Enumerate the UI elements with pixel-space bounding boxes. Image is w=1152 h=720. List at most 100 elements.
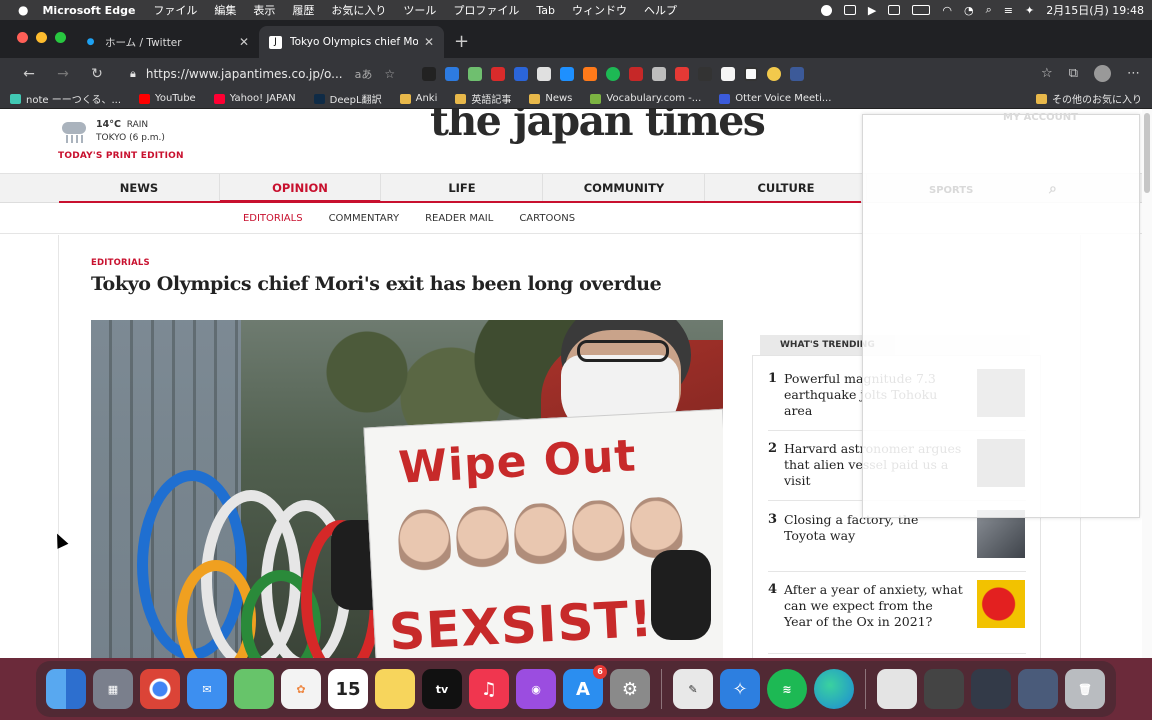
spotlight-icon[interactable]: ⌕	[986, 3, 992, 17]
input-source-icon[interactable]	[888, 5, 901, 15]
podcasts-icon[interactable]: ◉	[516, 669, 556, 709]
trending-thumbnail[interactable]	[977, 580, 1025, 628]
subnav-commentary[interactable]: COMMENTARY	[329, 213, 400, 224]
subnav-editorials[interactable]: EDITORIALS	[243, 213, 303, 224]
textedit-icon[interactable]: ✎	[673, 669, 713, 709]
trash-icon[interactable]: 🗑︎	[1065, 669, 1105, 709]
more-menu-icon[interactable]: ⋯	[1127, 66, 1140, 81]
collections-icon[interactable]: ⧉	[1069, 66, 1078, 81]
page-scrollbar[interactable]	[1142, 109, 1152, 658]
app-store-icon[interactable]: A6	[563, 665, 607, 709]
bookmark-item[interactable]: Otter Voice Meeti...	[719, 93, 831, 104]
menu-file[interactable]: ファイル	[153, 2, 197, 18]
trending-title[interactable]: After a year of anxiety, what can we exp…	[784, 582, 964, 630]
menu-tools[interactable]: ツール	[403, 2, 436, 18]
extension-icon[interactable]	[721, 66, 735, 81]
extension-icon[interactable]	[606, 66, 620, 81]
calendar-icon[interactable]: 15	[328, 669, 368, 709]
extension-icon[interactable]	[790, 66, 804, 81]
extension-icon[interactable]	[767, 66, 781, 81]
refresh-icon[interactable]: ↻	[80, 66, 114, 82]
extension-icon[interactable]	[514, 66, 528, 81]
mail-icon[interactable]: ✉	[187, 669, 227, 709]
menu-window[interactable]: ウィンドウ	[572, 2, 627, 18]
close-window-button[interactable]	[17, 32, 28, 43]
close-tab-icon[interactable]: ✕	[239, 35, 249, 49]
chrome-icon[interactable]	[140, 669, 180, 709]
extension-icon[interactable]	[652, 66, 666, 81]
menu-favorites[interactable]: お気に入り	[331, 2, 386, 18]
notes-icon[interactable]	[375, 669, 415, 709]
url-text[interactable]: https://www.japantimes.co.jp/o...	[146, 67, 343, 81]
zoom-window-button[interactable]	[55, 32, 66, 43]
bookmark-item[interactable]: Anki	[399, 93, 437, 104]
article-photo[interactable]: Wipe Out SEXSIST!	[91, 320, 723, 658]
music-icon[interactable]: ♫	[469, 669, 509, 709]
subnav-reader-mail[interactable]: READER MAIL	[425, 213, 493, 224]
extension-icon[interactable]	[675, 66, 689, 81]
menu-history[interactable]: 履歴	[292, 2, 314, 18]
preview-icon[interactable]	[877, 669, 917, 709]
wifi-icon[interactable]: ◠	[942, 4, 952, 17]
control-center-icon[interactable]: ≡	[1004, 4, 1013, 17]
site-logo[interactable]: the japan times	[430, 109, 766, 145]
photos-icon[interactable]: ✿	[281, 669, 321, 709]
nav-community[interactable]: COMMUNITY	[544, 174, 705, 203]
downloads-icon[interactable]	[924, 669, 964, 709]
other-bookmarks[interactable]: その他のお気に入り	[1036, 91, 1142, 106]
edge-icon[interactable]	[814, 669, 854, 709]
extension-icon[interactable]	[422, 66, 436, 81]
subnav-cartoons[interactable]: CARTOONS	[519, 213, 575, 224]
extension-icon[interactable]	[491, 66, 505, 81]
bookmark-item[interactable]: note ーーつくる、...	[10, 91, 121, 106]
bookmark-item[interactable]: 英語記事	[455, 91, 511, 106]
extension-icon[interactable]	[468, 66, 482, 81]
apple-tv-icon[interactable]: tv	[422, 669, 462, 709]
extension-icon[interactable]	[537, 66, 551, 81]
extension-icon[interactable]	[560, 66, 574, 81]
nav-life[interactable]: LIFE	[382, 174, 543, 203]
bookmark-item[interactable]: Vocabulary.com -...	[590, 93, 701, 104]
record-icon[interactable]	[820, 4, 832, 16]
extension-icon[interactable]	[629, 66, 643, 81]
bookmark-item[interactable]: DeepL翻訳	[313, 91, 382, 106]
extension-icon[interactable]	[744, 66, 758, 81]
lock-icon[interactable]: 🔒︎	[130, 67, 136, 81]
app-menu[interactable]: Microsoft Edge	[42, 4, 135, 17]
close-tab-icon[interactable]: ✕	[424, 35, 434, 49]
bookmark-item[interactable]: Yahoo! JAPAN	[213, 93, 296, 104]
apple-icon[interactable]: ●	[18, 3, 28, 17]
address-bar[interactable]: 🔒︎ https://www.japantimes.co.jp/o... aあ …	[130, 63, 400, 85]
play-icon[interactable]: ▶	[868, 4, 876, 17]
nav-news[interactable]: NEWS	[59, 174, 220, 203]
trending-item[interactable]: 3 Closing a factory, the Toyota way	[768, 510, 1026, 572]
safari-icon[interactable]: ✧	[720, 669, 760, 709]
article-kicker[interactable]: EDITORIALS	[91, 258, 150, 268]
nav-culture[interactable]: CULTURE	[706, 174, 867, 203]
extension-icon[interactable]	[445, 66, 459, 81]
menu-profile[interactable]: プロファイル	[453, 2, 519, 18]
trending-item[interactable]: 4 After a year of anxiety, what can we e…	[768, 580, 1026, 654]
forward-icon[interactable]: →	[46, 66, 80, 82]
menu-clock[interactable]: 2月15日(月) 19:48	[1046, 2, 1144, 18]
menu-tab[interactable]: Tab	[536, 4, 555, 17]
minimize-window-button[interactable]	[36, 32, 47, 43]
menu-view[interactable]: 表示	[253, 2, 275, 18]
account-dropdown-overlay[interactable]: MY ACCOUNT SPORTS ⌕	[862, 112, 1140, 518]
screen-icon[interactable]	[843, 5, 856, 15]
tab-twitter[interactable]: ● ホーム / Twitter ✕	[74, 26, 259, 58]
recent-window-icon[interactable]	[971, 669, 1011, 709]
extension-icon[interactable]	[698, 66, 712, 81]
favorite-star-icon[interactable]: ☆	[384, 67, 395, 81]
tab-japan-times[interactable]: J Tokyo Olympics chief Mori's exit ✕	[259, 26, 444, 58]
favorites-icon[interactable]: ☆	[1041, 66, 1053, 81]
profile-avatar[interactable]	[1094, 65, 1111, 82]
clock-icon[interactable]: ◔	[964, 4, 974, 17]
launchpad-icon[interactable]: ▦	[93, 669, 133, 709]
back-icon[interactable]: ←	[12, 66, 46, 82]
print-edition-link[interactable]: TODAY'S PRINT EDITION	[58, 151, 184, 161]
nav-opinion[interactable]: OPINION	[220, 174, 381, 203]
read-aloud-icon[interactable]: aあ	[355, 66, 373, 82]
system-preferences-icon[interactable]: ⚙	[610, 669, 650, 709]
menu-help[interactable]: ヘルプ	[644, 2, 677, 18]
